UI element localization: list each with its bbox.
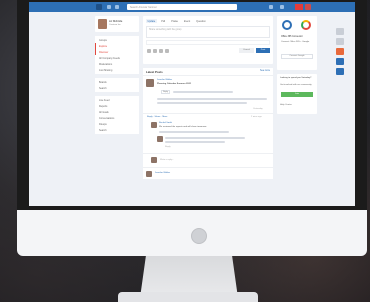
feed-header: Latest Posts See more — [143, 68, 273, 75]
author-avatar[interactable] — [146, 79, 154, 87]
app-logo-icon[interactable] — [96, 4, 102, 10]
profile-photo — [98, 19, 107, 29]
nav-group-primary: Groups Explore Discover All Company Feed… — [95, 36, 139, 74]
nav-item[interactable]: Search — [95, 127, 139, 133]
notification-badge[interactable] — [295, 4, 303, 10]
nav-item[interactable]: Just Sharing — [95, 67, 139, 73]
reply-avatar — [151, 157, 157, 163]
gear-icon[interactable] — [336, 28, 344, 35]
connect-google-button[interactable]: Connect Google — [281, 54, 313, 59]
nav-group-tertiary: Live Feed Reports All Goals Conversation… — [95, 96, 139, 134]
doc-icon[interactable] — [336, 68, 344, 75]
post-title: Planning Calendar Summer 2021 — [157, 83, 192, 85]
search-input[interactable]: Search Amosta Yammer — [127, 4, 237, 10]
composer-tabs: Update Poll Praise Event Question — [146, 19, 207, 23]
profile-name: Liz Mcbride — [109, 20, 123, 23]
connector-title: Office 365 Connector — [281, 36, 303, 38]
office-icon — [282, 20, 292, 30]
app-screen: Search Amosta Yammer Liz Mcbride Contoso… — [29, 2, 355, 206]
post-button[interactable]: Post — [256, 48, 270, 53]
attach-icon[interactable] — [147, 49, 151, 53]
profile-subtitle: Contoso Inc. — [109, 24, 122, 26]
community-card: Looking to spend you Saturday? Get invol… — [277, 74, 317, 114]
bell-icon[interactable] — [336, 38, 344, 45]
tab-event[interactable]: Event — [183, 19, 192, 23]
post-time: 2 mins ago — [251, 116, 262, 118]
monitor-stand-base — [118, 292, 258, 302]
reply-box: Write a reply... — [143, 153, 273, 167]
topic-icon[interactable] — [165, 49, 169, 53]
imac-monitor: Search Amosta Yammer Liz Mcbride Contoso… — [17, 0, 367, 256]
apps-grid-icon[interactable] — [115, 5, 119, 9]
help-center-link[interactable]: Help Center — [280, 104, 292, 106]
community-title: Looking to spend you Saturday? — [280, 77, 312, 79]
chat-icon[interactable] — [336, 58, 344, 65]
comment-line — [159, 131, 229, 133]
post-composer: Update Poll Praise Event Question Share … — [143, 16, 273, 64]
tab-praise[interactable]: Praise — [170, 19, 180, 23]
post-author[interactable]: Jennifer Walker — [157, 79, 172, 81]
post-author[interactable]: Jennifer Walker — [155, 172, 170, 174]
author-avatar[interactable] — [146, 171, 152, 177]
feed-post: Jennifer Walker Planning Calendar Summer… — [143, 75, 273, 113]
composer-notify-field[interactable] — [146, 40, 270, 45]
monitor-power-button — [191, 228, 207, 244]
post-actions[interactable]: Reply · Share · More — [147, 116, 167, 118]
notifications-icon[interactable] — [280, 5, 284, 9]
tab-poll[interactable]: Poll — [160, 19, 167, 23]
top-navigation-bar: Search Amosta Yammer — [29, 2, 355, 12]
feed-post: Jennifer Walker — [143, 167, 273, 179]
connector-subtitle: Connect Office 365 + Google — [281, 41, 310, 43]
reply-input[interactable]: Write a reply... — [160, 159, 174, 161]
office-icon[interactable] — [336, 48, 344, 55]
nav-group-secondary: Boards Search — [95, 78, 139, 92]
user-avatar[interactable] — [305, 4, 311, 10]
comment-line — [165, 137, 245, 139]
image-icon[interactable] — [153, 49, 157, 53]
gif-icon[interactable] — [159, 49, 163, 53]
composer-input[interactable]: Share something with the group — [146, 26, 270, 38]
settings-icon[interactable] — [269, 5, 273, 9]
home-icon[interactable] — [107, 5, 111, 9]
community-text: Get involved with our community — [280, 84, 312, 86]
join-button[interactable]: Join — [281, 92, 313, 97]
feed-title: Latest Posts — [146, 70, 163, 74]
left-sidebar: Liz Mcbride Contoso Inc. Groups Explore … — [95, 16, 139, 186]
profile-card[interactable]: Liz Mcbride Contoso Inc. — [95, 16, 139, 32]
feed-post: Reply · Share · More 2 mins ago Rachel S… — [143, 113, 273, 153]
post-text-line — [157, 102, 247, 104]
post-text-line — [173, 91, 233, 93]
post-time: Yesterday — [253, 108, 263, 110]
comment-avatar[interactable] — [157, 136, 163, 142]
reply-button[interactable]: Reply — [161, 90, 170, 94]
cancel-button[interactable]: Cancel — [239, 48, 254, 53]
screen-bezel: Search Amosta Yammer Liz Mcbride Contoso… — [17, 0, 367, 210]
google-icon — [301, 20, 311, 30]
connector-card: Office 365 Connector Connect Office 365 … — [277, 16, 317, 70]
comment-avatar[interactable] — [151, 122, 157, 128]
main-feed-column: Update Poll Praise Event Question Share … — [143, 16, 273, 179]
feed-more-link[interactable]: See more — [260, 70, 270, 72]
comment-line — [165, 141, 225, 143]
app-icon-strip — [336, 28, 346, 78]
comment-author[interactable]: Rachel Smith — [159, 122, 172, 124]
comment-reply-link[interactable]: Reply — [165, 146, 171, 148]
right-sidebar: Office 365 Connector Connect Office 365 … — [277, 16, 317, 114]
comment-text: We reviewed the reports and will share t… — [159, 126, 207, 128]
post-text-line — [157, 98, 267, 100]
nav-item[interactable]: Search — [95, 85, 139, 91]
tab-update[interactable]: Update — [146, 19, 157, 23]
tab-question[interactable]: Question — [195, 19, 208, 23]
